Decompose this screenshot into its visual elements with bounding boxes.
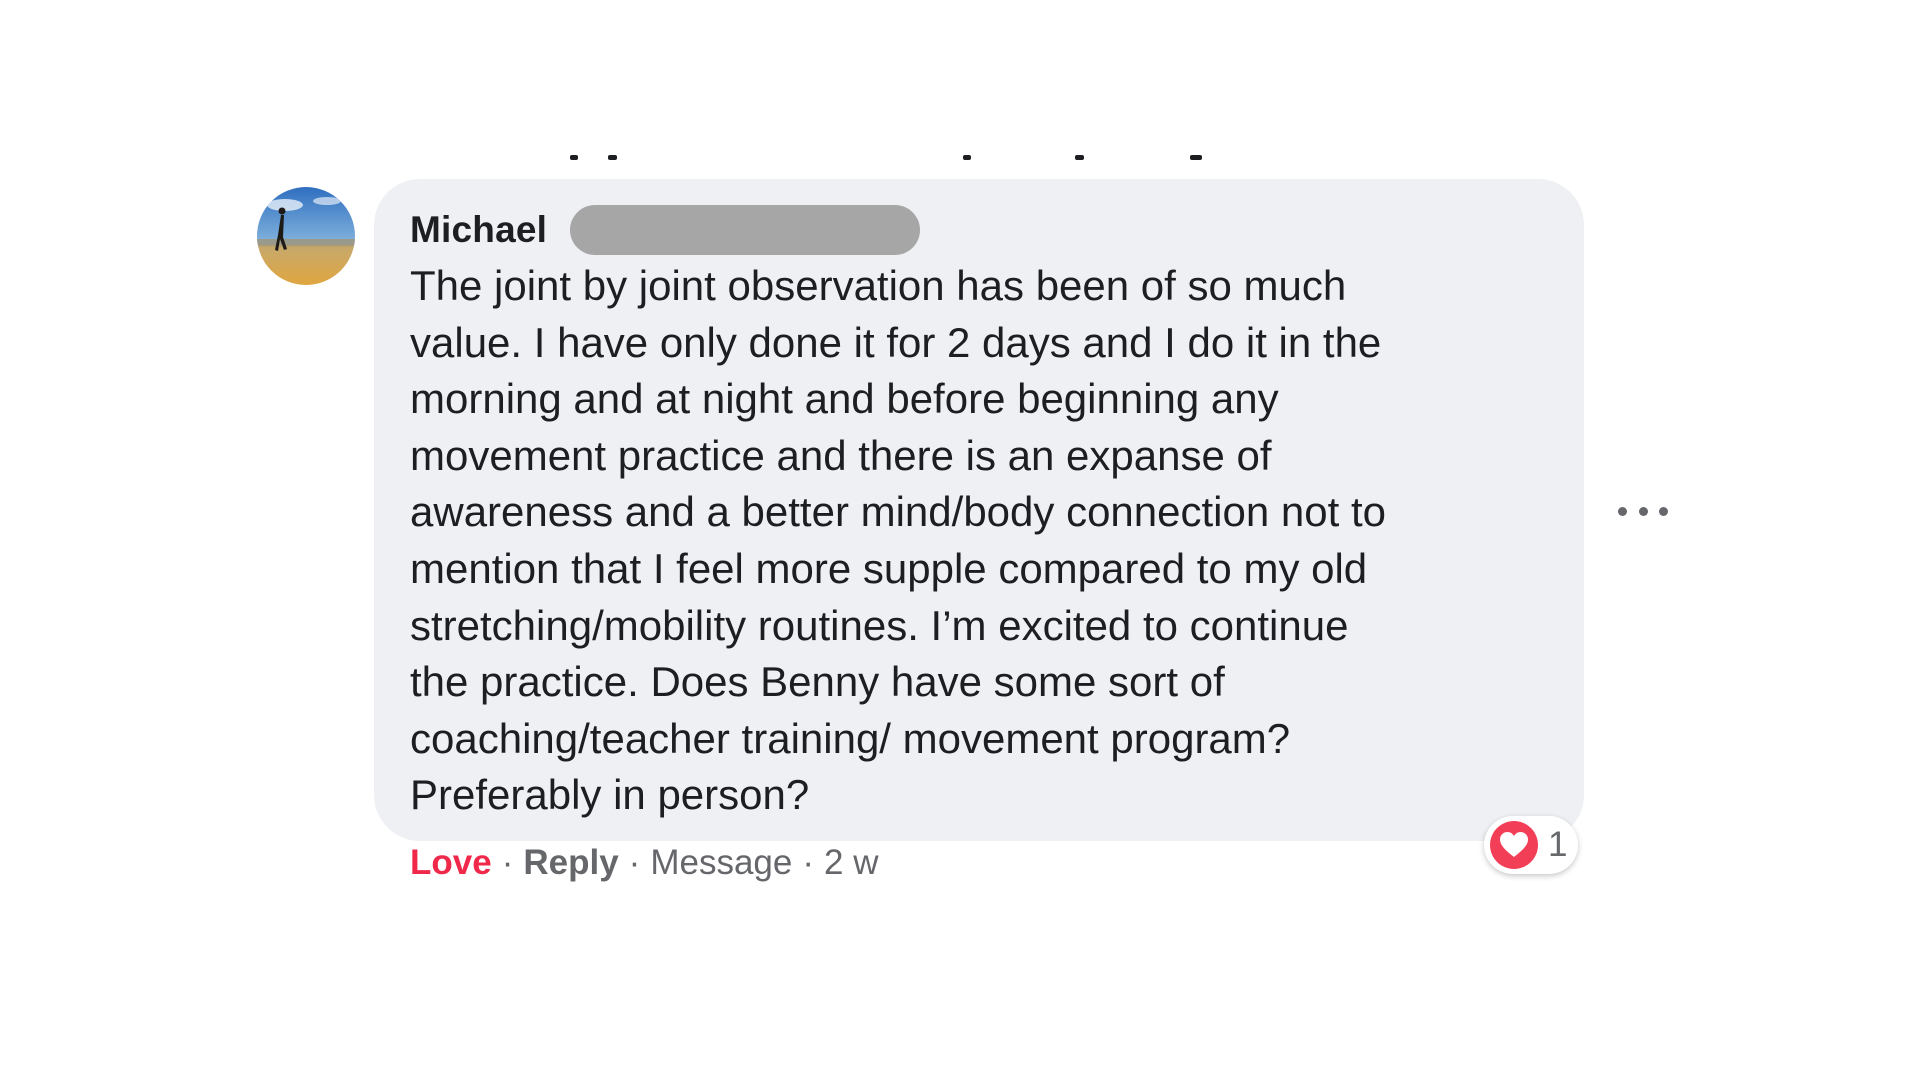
separator: ·	[628, 843, 641, 882]
separator: ·	[802, 843, 815, 882]
comment-actions: Love · Reply · Message · 2 w	[410, 843, 878, 883]
comment-line: coaching/teacher training/ movement prog…	[410, 714, 1291, 762]
separator: ·	[501, 843, 514, 882]
love-button[interactable]: Love	[410, 843, 492, 883]
comment-line: movement practice and there is an expans…	[410, 431, 1272, 479]
comment-line: awareness and a better mind/body connect…	[410, 488, 1386, 536]
message-button[interactable]: Message	[650, 843, 792, 883]
more-options-icon	[1618, 506, 1627, 516]
author-name[interactable]: Michael	[410, 209, 547, 251]
comment-line: mention that I feel more supple compared…	[410, 544, 1368, 592]
reaction-count: 1	[1548, 825, 1568, 864]
heart-icon	[1490, 821, 1538, 869]
author-avatar[interactable]	[257, 187, 355, 285]
comment-line: value. I have only done it for 2 days an…	[410, 318, 1382, 366]
reply-button[interactable]: Reply	[523, 843, 618, 883]
comment-line: The joint by joint observation has been …	[410, 262, 1347, 309]
reaction-summary[interactable]: 1	[1484, 816, 1578, 874]
comment-line: the practice. Does Benny have some sort …	[410, 658, 1225, 706]
clipped-previous-text	[520, 146, 1220, 160]
comment-line: stretching/mobility routines. I’m excite…	[410, 601, 1349, 649]
more-options-button[interactable]	[1618, 496, 1668, 526]
comment-line: Preferably in person?	[410, 771, 810, 819]
redacted-last-name	[570, 205, 920, 255]
comment-text: The joint by joint observation has been …	[410, 258, 1548, 824]
comment-screenshot: Michael The joint by joint observation h…	[0, 0, 1920, 1080]
comment-bubble: Michael The joint by joint observation h…	[374, 179, 1584, 841]
timestamp[interactable]: 2 w	[824, 843, 878, 883]
comment-line: morning and at night and before beginnin…	[410, 375, 1279, 423]
author-row: Michael	[410, 205, 1548, 255]
avatar-photo	[257, 187, 355, 285]
